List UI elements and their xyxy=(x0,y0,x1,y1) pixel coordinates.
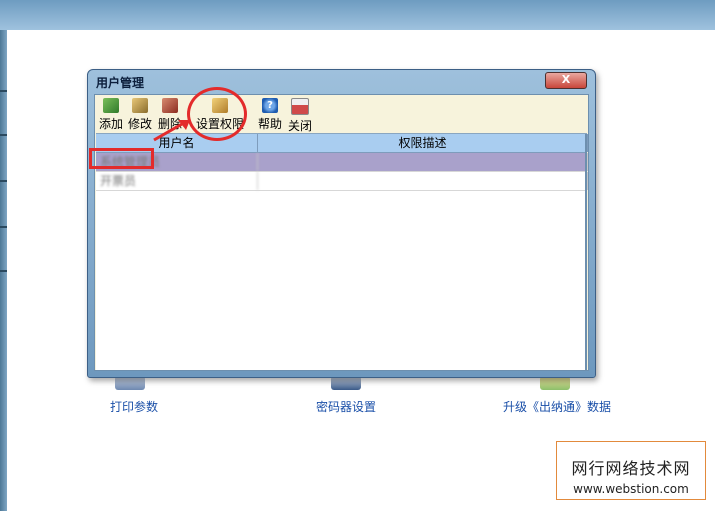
desk-item-print-params[interactable]: 打印参数 xyxy=(104,398,164,415)
column-header-permission-desc[interactable]: 权限描述 xyxy=(258,134,588,152)
help-icon: ? xyxy=(262,98,278,113)
close-window-button[interactable]: 关闭 xyxy=(287,98,313,134)
add-user-icon xyxy=(103,98,119,113)
close-window-label: 关闭 xyxy=(287,119,312,133)
table-row[interactable]: 系统管理员 xyxy=(96,153,588,172)
cell-description xyxy=(258,172,588,190)
help-label: 帮助 xyxy=(257,117,282,131)
desk-item-label: 打印参数 xyxy=(109,400,158,414)
watermark-title: 网行网络技术网 xyxy=(571,459,691,478)
table-row[interactable]: 开票员 xyxy=(96,172,588,191)
edit-user-icon xyxy=(132,98,148,113)
close-button[interactable]: X xyxy=(545,72,587,89)
desktop-left-bar xyxy=(0,30,7,511)
printer-icon xyxy=(115,376,145,390)
scrollbar-track[interactable] xyxy=(585,134,587,370)
user-management-dialog: 用户管理 X 添加 修改 删除 设置权限 ? 帮助 关闭 用户名 权限描述 系统… xyxy=(87,69,596,378)
dialog-titlebar[interactable]: 用户管理 X xyxy=(88,70,595,94)
annotation-arrow-icon xyxy=(153,120,190,142)
cell-username: 开票员 xyxy=(100,172,258,190)
desk-item-label: 升级《出纳通》数据 xyxy=(502,400,611,414)
watermark-box: 网行网络技术网 www.webstion.com xyxy=(556,441,706,500)
desk-item-password-device[interactable]: 密码器设置 xyxy=(310,398,382,415)
desk-item-upgrade[interactable]: 升级《出纳通》数据 xyxy=(499,398,615,415)
dialog-title: 用户管理 xyxy=(96,76,145,90)
highlight-permission-circle xyxy=(187,87,247,141)
close-icon: X xyxy=(561,73,571,86)
desktop-top-bar xyxy=(0,0,715,30)
edit-label: 修改 xyxy=(127,117,152,131)
watermark-url: www.webstion.com xyxy=(573,482,689,496)
help-button[interactable]: ? 帮助 xyxy=(257,98,283,132)
password-device-icon xyxy=(331,376,361,390)
delete-user-icon xyxy=(162,98,178,113)
close-window-icon xyxy=(291,98,309,115)
highlight-username-box xyxy=(89,148,154,169)
add-button[interactable]: 添加 xyxy=(98,98,124,132)
desk-item-label: 密码器设置 xyxy=(315,400,376,414)
upgrade-icon xyxy=(540,376,570,390)
add-label: 添加 xyxy=(98,117,123,131)
user-table: 用户名 权限描述 系统管理员 开票员 xyxy=(96,133,588,370)
cell-description xyxy=(258,153,588,171)
